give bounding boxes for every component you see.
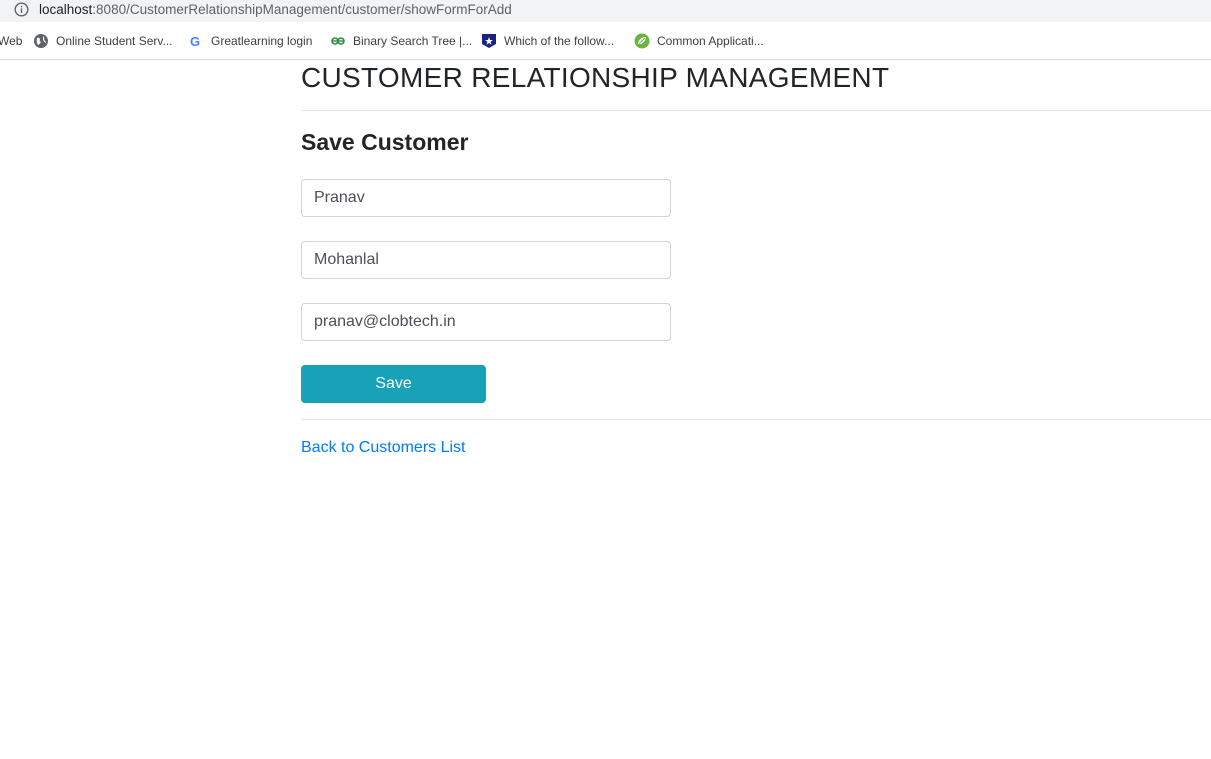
- bookmark-label: Online Student Serv...: [56, 34, 173, 48]
- address-bar[interactable]: localhost:8080/CustomerRelationshipManag…: [0, 0, 1211, 22]
- bookmarks-bar: Web Online Student Serv... G Greatlearni…: [0, 28, 1211, 54]
- bookmark-label: Which of the follow...: [504, 34, 615, 48]
- google-icon: G: [188, 33, 204, 49]
- url-path: :8080/CustomerRelationshipManagement/cus…: [92, 2, 512, 17]
- first-name-field[interactable]: [301, 179, 671, 217]
- email-field[interactable]: [301, 303, 671, 341]
- url-text[interactable]: localhost:8080/CustomerRelationshipManag…: [39, 1, 512, 19]
- svg-text:G: G: [190, 34, 200, 49]
- save-button[interactable]: Save: [301, 365, 486, 403]
- form-divider: [301, 419, 1211, 420]
- star-shield-icon: [481, 33, 497, 49]
- site-info-icon[interactable]: [14, 2, 29, 17]
- bookmark-binary-search-tree[interactable]: Binary Search Tree |...: [330, 31, 472, 51]
- bookmark-common-applications[interactable]: Common Applicati...: [634, 31, 764, 51]
- globe-icon: [33, 33, 49, 49]
- last-name-field[interactable]: [301, 241, 671, 279]
- bookmark-label: Common Applicati...: [657, 34, 764, 48]
- bookmark-label: Binary Search Tree |...: [353, 34, 473, 48]
- bookmark-label: Web: [0, 34, 23, 48]
- bookmark-greatlearning-login[interactable]: G Greatlearning login: [188, 31, 312, 51]
- page-title: CUSTOMER RELATIONSHIP MANAGEMENT: [301, 62, 890, 93]
- url-host: localhost: [39, 2, 93, 17]
- back-to-customers-link[interactable]: Back to Customers List: [301, 438, 466, 458]
- leaf-icon: [634, 33, 650, 49]
- geeksforgeeks-icon: [330, 33, 346, 49]
- bookmark-web[interactable]: Web: [0, 31, 22, 51]
- chrome-divider: [0, 59, 1211, 60]
- bookmark-which-of-the-following[interactable]: Which of the follow...: [481, 31, 614, 51]
- form-heading: Save Customer: [301, 129, 469, 155]
- bookmark-label: Greatlearning login: [211, 34, 313, 48]
- title-divider: [301, 110, 1211, 111]
- bookmark-online-student-services[interactable]: Online Student Serv...: [33, 31, 173, 51]
